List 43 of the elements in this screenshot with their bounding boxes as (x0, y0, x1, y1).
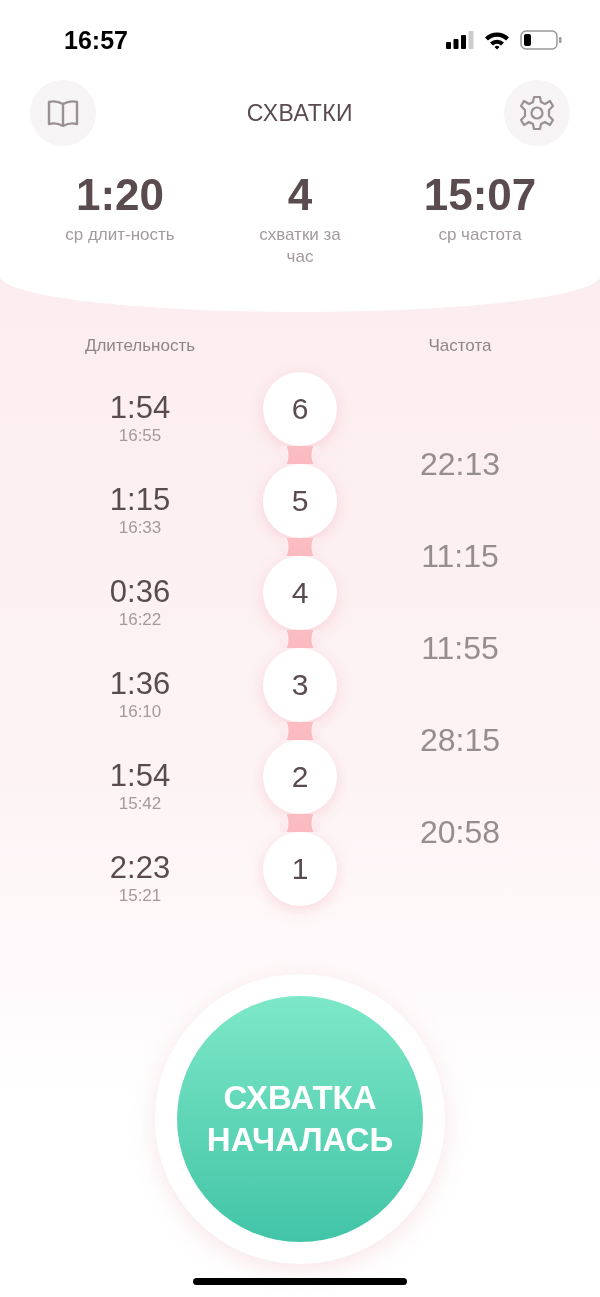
stat-label: ср частота (437, 224, 523, 246)
connector (280, 538, 320, 556)
screen-title: СХВАТКИ (246, 99, 354, 127)
contraction-start-time: 16:55 (118, 426, 162, 446)
contraction-number: 2 (263, 740, 337, 814)
contraction-duration: 1:36 (109, 666, 171, 702)
settings-icon (519, 95, 555, 131)
connector (280, 630, 320, 648)
contraction-duration: 0:36 (109, 574, 171, 610)
contraction-interval: 22:13 (419, 444, 501, 484)
contraction-interval: 11:15 (421, 536, 499, 576)
connector (280, 814, 320, 832)
contraction-number: 4 (263, 556, 337, 630)
contraction-duration: 2:23 (109, 850, 171, 886)
contraction-number: 3 (263, 648, 337, 722)
status-time: 16:57 (64, 25, 128, 55)
book-icon (47, 99, 79, 127)
stat-label: схватки за час (258, 224, 342, 268)
column-header: Частота (427, 336, 493, 356)
battery-icon (520, 30, 562, 50)
contraction-interval: 20:58 (419, 812, 501, 852)
contraction-start-time: 16:10 (118, 702, 162, 722)
contraction-start-time: 16:22 (118, 610, 162, 630)
connector (280, 722, 320, 740)
start-contraction-button[interactable]: СХВАТКА НАЧАЛАСЬ (177, 996, 423, 1242)
stat-label: ср длит-ность (65, 224, 175, 246)
contraction-interval: 28:15 (419, 720, 501, 760)
signal-icon (446, 31, 474, 49)
contraction-number: 5 (263, 464, 337, 538)
contraction-start-time: 15:21 (118, 886, 162, 906)
contraction-start-time: 16:33 (118, 518, 162, 538)
stat-value: 15:07 (422, 170, 538, 220)
contraction-duration: 1:54 (109, 390, 171, 426)
contraction-interval: 11:55 (421, 628, 499, 668)
contraction-number: 1 (263, 832, 337, 906)
contraction-duration: 1:15 (109, 482, 171, 518)
stat-value: 4 (286, 170, 314, 220)
column-header: Длительность (83, 336, 197, 356)
contraction-number: 6 (263, 372, 337, 446)
stat-value: 1:20 (74, 170, 166, 220)
wifi-icon (484, 30, 510, 50)
contraction-start-time: 15:42 (118, 794, 162, 814)
contraction-duration: 1:54 (109, 758, 171, 794)
